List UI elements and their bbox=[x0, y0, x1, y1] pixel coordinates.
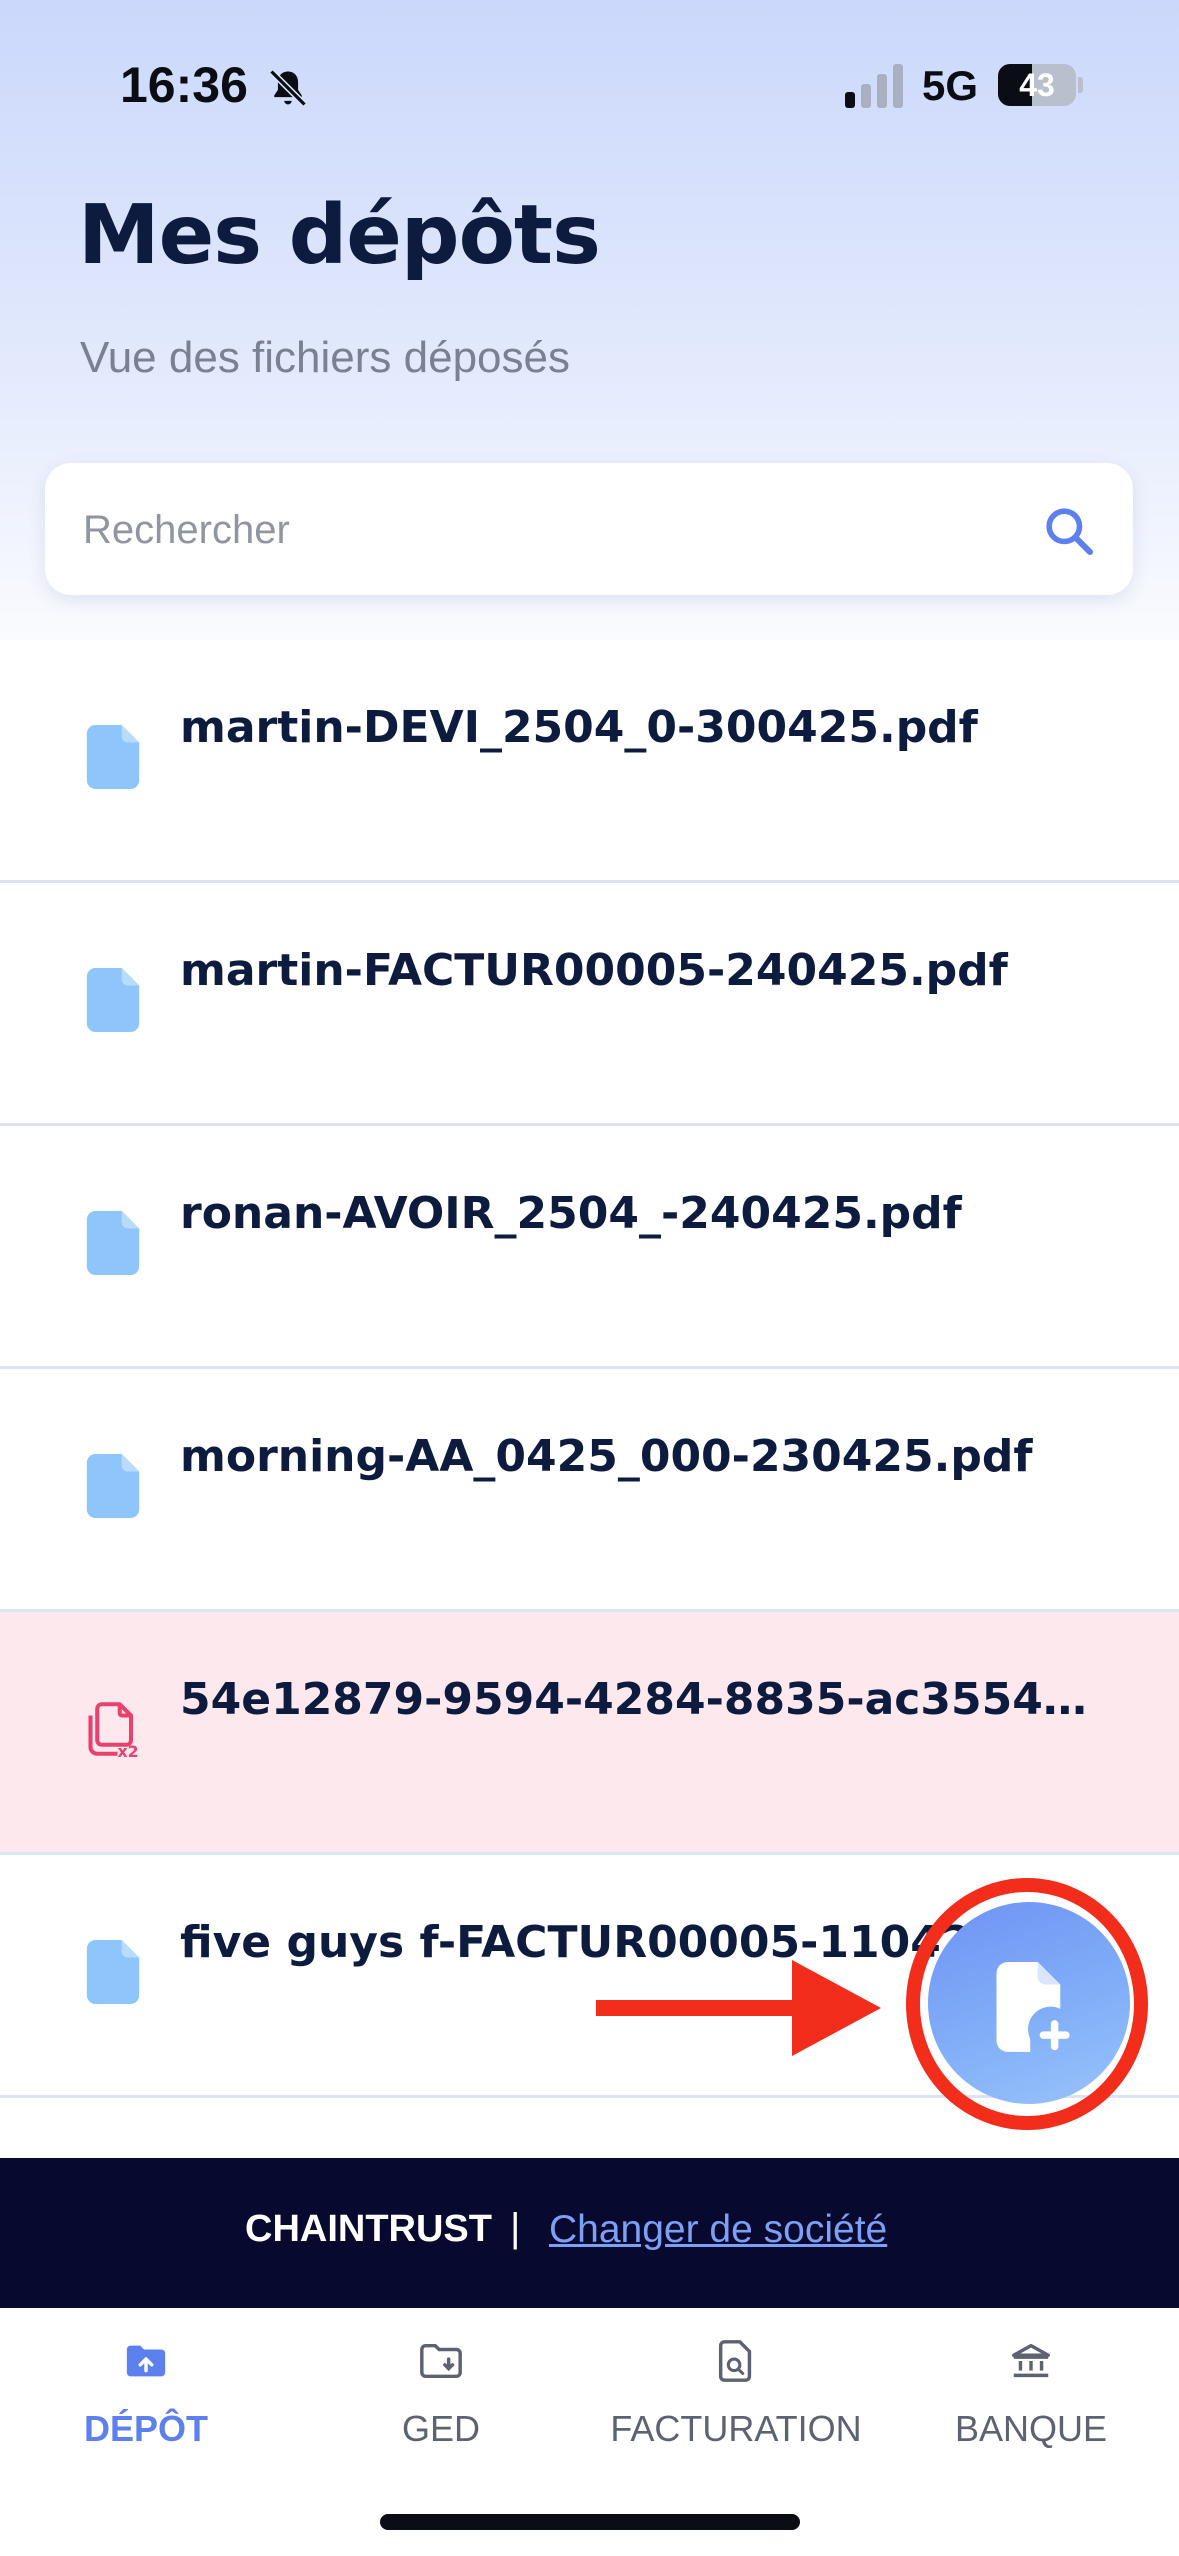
battery-tip bbox=[1078, 77, 1083, 93]
status-time: 16:36 bbox=[120, 57, 248, 113]
file-name: martin-DEVI_2504_0-300425.pdf bbox=[180, 702, 978, 753]
company-separator: | bbox=[510, 2206, 521, 2250]
file-icon bbox=[86, 725, 140, 789]
file-name: ronan-AVOIR_2504_-240425.pdf bbox=[180, 1188, 962, 1239]
page-title: Mes dépôts bbox=[78, 188, 601, 283]
company-name: CHAINTRUST bbox=[245, 2208, 492, 2250]
battery-percent: 43 bbox=[1019, 67, 1055, 103]
file-row-duplicate[interactable]: x2 54e12879-9594-4284-8835-ac3554e… bbox=[0, 1612, 1179, 1855]
nav-label: GED bbox=[401, 2408, 480, 2449]
search-icon[interactable] bbox=[1041, 503, 1097, 559]
invoice-search-icon bbox=[718, 2340, 752, 2382]
file-name: morning-AA_0425_000-230425.pdf bbox=[180, 1431, 1033, 1482]
folder-upload-icon bbox=[126, 2345, 166, 2377]
svg-text:x2: x2 bbox=[118, 1742, 139, 1761]
search-input[interactable] bbox=[81, 491, 985, 569]
company-bar: CHAINTRUST | Changer de société bbox=[0, 2158, 1179, 2308]
nav-item-ged[interactable]: GED bbox=[301, 2338, 581, 2498]
file-list: martin-DEVI_2504_0-300425.pdf martin-FAC… bbox=[0, 640, 1179, 2098]
file-row[interactable]: martin-FACTUR00005-240425.pdf bbox=[0, 883, 1179, 1126]
red-arrow-icon bbox=[596, 1960, 881, 2056]
file-add-icon bbox=[996, 1962, 1070, 2052]
page-subtitle: Vue des fichiers déposés bbox=[80, 333, 570, 382]
home-indicator bbox=[380, 2514, 800, 2530]
add-file-button[interactable] bbox=[928, 1902, 1130, 2104]
change-company-link[interactable]: Changer de société bbox=[549, 2208, 887, 2252]
nav-item-depot[interactable]: DÉPÔT bbox=[6, 2338, 286, 2498]
nav-label: FACTURATION bbox=[610, 2408, 862, 2449]
file-name: 54e12879-9594-4284-8835-ac3554e… bbox=[180, 1674, 1100, 1725]
file-icon bbox=[86, 1454, 140, 1518]
nav-label: BANQUE bbox=[954, 2408, 1108, 2449]
nav-item-facturation[interactable]: FACTURATION bbox=[596, 2338, 876, 2498]
file-icon bbox=[86, 1940, 140, 2004]
folder-download-icon bbox=[420, 2343, 462, 2379]
file-name: martin-FACTUR00005-240425.pdf bbox=[180, 945, 1008, 996]
battery-indicator: 43 bbox=[998, 64, 1076, 106]
nav-item-banque[interactable]: BANQUE bbox=[891, 2338, 1171, 2498]
file-row[interactable]: ronan-AVOIR_2504_-240425.pdf bbox=[0, 1126, 1179, 1369]
duplicate-file-icon: x2 bbox=[88, 1702, 139, 1761]
nav-label: DÉPÔT bbox=[83, 2408, 208, 2449]
signal-icon bbox=[845, 64, 903, 108]
bell-muted-icon bbox=[269, 69, 307, 107]
file-icon bbox=[86, 968, 140, 1032]
network-label: 5G bbox=[922, 62, 979, 109]
bank-icon bbox=[1012, 2343, 1050, 2378]
file-icon bbox=[86, 1211, 140, 1275]
file-row[interactable]: morning-AA_0425_000-230425.pdf bbox=[0, 1369, 1179, 1612]
search-box bbox=[45, 463, 1133, 595]
file-row[interactable]: martin-DEVI_2504_0-300425.pdf bbox=[0, 640, 1179, 883]
